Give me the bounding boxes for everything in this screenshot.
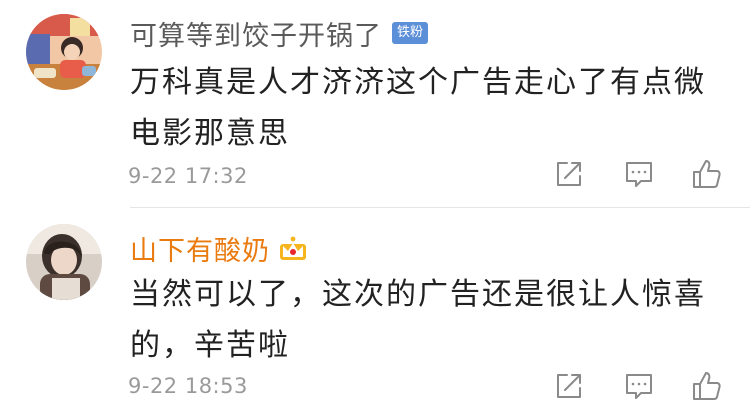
crown-icon bbox=[278, 235, 308, 261]
username-row: 可算等到饺子开锅了 铁粉 bbox=[130, 14, 429, 53]
avatar[interactable] bbox=[26, 14, 102, 90]
reply-icon[interactable] bbox=[623, 370, 655, 402]
avatar[interactable] bbox=[26, 224, 102, 300]
fan-badge: 铁粉 bbox=[392, 22, 429, 44]
username[interactable]: 可算等到饺子开锅了 bbox=[130, 14, 382, 53]
timestamp: 9-22 17:32 bbox=[128, 164, 248, 188]
timestamp: 9-22 18:53 bbox=[128, 374, 248, 398]
like-icon[interactable] bbox=[691, 158, 723, 190]
username-row: 山下有酸奶 bbox=[130, 229, 308, 268]
username[interactable]: 山下有酸奶 bbox=[130, 229, 270, 268]
comment-text: 当然可以了，这次的广告还是很让人惊喜的，辛苦啦 bbox=[130, 277, 706, 363]
like-icon[interactable] bbox=[691, 370, 723, 402]
comment-text: 万科真是人才济济这个广告走心了有点微电影那意思 bbox=[130, 65, 706, 151]
share-icon[interactable] bbox=[553, 370, 585, 402]
comment-item: 可算等到饺子开锅了 铁粉 万科真是人才济济这个广告走心了有点微电影那意思 9-2… bbox=[0, 0, 750, 207]
reply-icon[interactable] bbox=[623, 158, 655, 190]
share-icon[interactable] bbox=[553, 158, 585, 190]
comment-item: 山下有酸奶 当然可以了，这次的广告还是很让人惊喜的，辛苦啦 9-22 18:53 bbox=[0, 207, 750, 414]
